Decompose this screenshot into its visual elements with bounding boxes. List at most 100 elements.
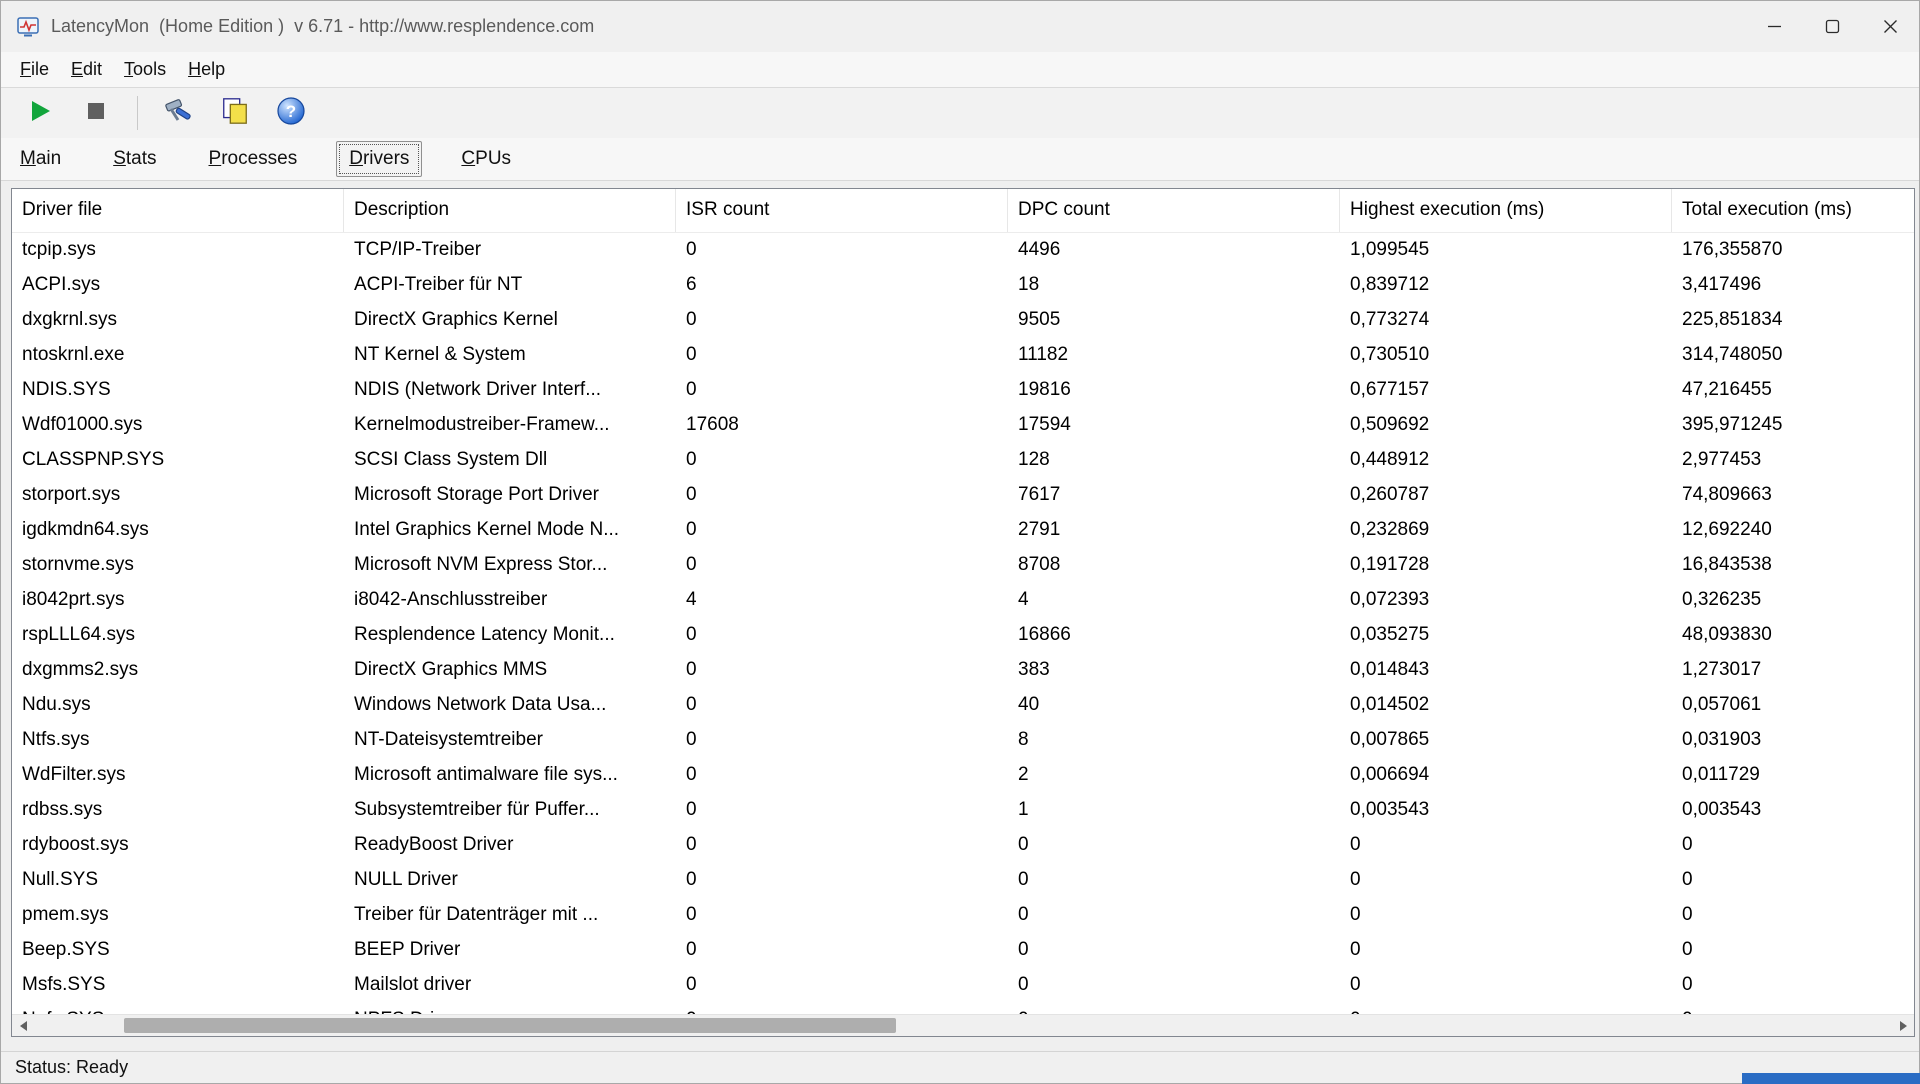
cell-dpc-count: 0 bbox=[1008, 932, 1340, 967]
cell-highest-execution: 0,730510 bbox=[1340, 337, 1672, 372]
cell-dpc-count: 8708 bbox=[1008, 547, 1340, 582]
help-button[interactable]: ? bbox=[270, 92, 312, 134]
titlebar: LatencyMon (Home Edition ) v 6.71 - http… bbox=[1, 1, 1919, 52]
table-row[interactable]: ntoskrnl.exeNT Kernel & System0111820,73… bbox=[12, 337, 1914, 372]
cell-highest-execution: 0,448912 bbox=[1340, 442, 1672, 477]
cell-isr-count: 0 bbox=[676, 722, 1008, 757]
table-row[interactable]: Null.SYSNULL Driver0000 bbox=[12, 862, 1914, 897]
cell-dpc-count: 11182 bbox=[1008, 337, 1340, 372]
table-row[interactable]: CLASSPNP.SYSSCSI Class System Dll01280,4… bbox=[12, 442, 1914, 477]
table-row[interactable]: Ntfs.sysNT-Dateisystemtreiber080,0078650… bbox=[12, 722, 1914, 757]
table-row[interactable]: Msfs.SYSMailslot driver0000 bbox=[12, 967, 1914, 1002]
tab-processes[interactable]: Processes bbox=[196, 141, 311, 177]
column-header-dpc-count[interactable]: DPC count bbox=[1008, 189, 1340, 232]
table-row[interactable]: dxgkrnl.sysDirectX Graphics Kernel095050… bbox=[12, 302, 1914, 337]
cell-highest-execution: 0 bbox=[1340, 1002, 1672, 1014]
cell-highest-execution: 0,232869 bbox=[1340, 512, 1672, 547]
cell-dpc-count: 0 bbox=[1008, 1002, 1340, 1014]
start-monitor-button[interactable] bbox=[19, 92, 61, 134]
table-row[interactable]: pmem.sysTreiber für Datenträger mit ...0… bbox=[12, 897, 1914, 932]
table-row[interactable]: rdyboost.sysReadyBoost Driver0000 bbox=[12, 827, 1914, 862]
help-icon: ? bbox=[275, 95, 307, 132]
table-row[interactable]: NDIS.SYSNDIS (Network Driver Interf...01… bbox=[12, 372, 1914, 407]
column-header-description[interactable]: Description bbox=[344, 189, 676, 232]
table-row[interactable]: rspLLL64.sysResplendence Latency Monit..… bbox=[12, 617, 1914, 652]
scroll-right-arrow[interactable] bbox=[1892, 1015, 1914, 1036]
cell-total-execution: 0 bbox=[1672, 827, 1914, 862]
tab-stats[interactable]: Stats bbox=[100, 141, 169, 177]
report-button[interactable] bbox=[214, 92, 256, 134]
menu-help[interactable]: Help bbox=[177, 55, 236, 84]
cell-isr-count: 0 bbox=[676, 652, 1008, 687]
horizontal-scrollbar[interactable] bbox=[12, 1014, 1914, 1036]
cell-total-execution: 0,031903 bbox=[1672, 722, 1914, 757]
cell-highest-execution: 0 bbox=[1340, 897, 1672, 932]
cell-highest-execution: 0 bbox=[1340, 932, 1672, 967]
column-header-highest-execution-ms[interactable]: Highest execution (ms) bbox=[1340, 189, 1672, 232]
table-row[interactable]: ACPI.sysACPI-Treiber für NT6180,8397123,… bbox=[12, 267, 1914, 302]
cell-description: Kernelmodustreiber-Framew... bbox=[344, 407, 676, 442]
cell-driver-file: igdkmdn64.sys bbox=[12, 512, 344, 547]
close-button[interactable] bbox=[1861, 1, 1919, 52]
cell-highest-execution: 0,509692 bbox=[1340, 407, 1672, 442]
cell-total-execution: 48,093830 bbox=[1672, 617, 1914, 652]
tab-drivers[interactable]: Drivers bbox=[336, 141, 422, 177]
cell-isr-count: 0 bbox=[676, 477, 1008, 512]
cell-highest-execution: 0 bbox=[1340, 827, 1672, 862]
latencymon-window: LatencyMon (Home Edition ) v 6.71 - http… bbox=[0, 0, 1920, 1084]
menu-file[interactable]: File bbox=[9, 55, 60, 84]
cell-highest-execution: 0,006694 bbox=[1340, 757, 1672, 792]
column-header-total-execution-ms[interactable]: Total execution (ms) bbox=[1672, 189, 1915, 232]
table-row[interactable]: Beep.SYSBEEP Driver0000 bbox=[12, 932, 1914, 967]
cell-dpc-count: 19816 bbox=[1008, 372, 1340, 407]
cell-driver-file: ACPI.sys bbox=[12, 267, 344, 302]
copy-pages-icon bbox=[220, 96, 250, 131]
table-row[interactable]: dxgmms2.sysDirectX Graphics MMS03830,014… bbox=[12, 652, 1914, 687]
cell-total-execution: 0,011729 bbox=[1672, 757, 1914, 792]
menu-tools[interactable]: Tools bbox=[113, 55, 177, 84]
cell-highest-execution: 0,007865 bbox=[1340, 722, 1672, 757]
cell-isr-count: 17608 bbox=[676, 407, 1008, 442]
stop-icon bbox=[87, 102, 105, 125]
table-row[interactable]: Ndu.sysWindows Network Data Usa...0400,0… bbox=[12, 687, 1914, 722]
table-row[interactable]: Npfs.SYSNPFS Driver0000 bbox=[12, 1002, 1914, 1014]
minimize-icon bbox=[1767, 19, 1782, 34]
tools-button[interactable] bbox=[158, 92, 200, 134]
cell-dpc-count: 4 bbox=[1008, 582, 1340, 617]
cell-description: Subsystemtreiber für Puffer... bbox=[344, 792, 676, 827]
cell-dpc-count: 2791 bbox=[1008, 512, 1340, 547]
table-row[interactable]: igdkmdn64.sysIntel Graphics Kernel Mode … bbox=[12, 512, 1914, 547]
menu-edit[interactable]: Edit bbox=[60, 55, 113, 84]
cell-dpc-count: 18 bbox=[1008, 267, 1340, 302]
table-row[interactable]: rdbss.sysSubsystemtreiber für Puffer...0… bbox=[12, 792, 1914, 827]
cell-total-execution: 314,748050 bbox=[1672, 337, 1914, 372]
tab-main[interactable]: Main bbox=[7, 141, 74, 177]
stop-monitor-button[interactable] bbox=[75, 92, 117, 134]
table-row[interactable]: Wdf01000.sysKernelmodustreiber-Framew...… bbox=[12, 407, 1914, 442]
caption-buttons bbox=[1745, 1, 1919, 52]
cell-driver-file: i8042prt.sys bbox=[12, 582, 344, 617]
cell-description: Resplendence Latency Monit... bbox=[344, 617, 676, 652]
cell-isr-count: 0 bbox=[676, 862, 1008, 897]
minimize-button[interactable] bbox=[1745, 1, 1803, 52]
table-row[interactable]: tcpip.sysTCP/IP-Treiber044961,099545176,… bbox=[12, 232, 1914, 267]
taskbar-fragment bbox=[1742, 1073, 1920, 1084]
cell-driver-file: Beep.SYS bbox=[12, 932, 344, 967]
table-row[interactable]: storport.sysMicrosoft Storage Port Drive… bbox=[12, 477, 1914, 512]
table-row[interactable]: WdFilter.sysMicrosoft antimalware file s… bbox=[12, 757, 1914, 792]
cell-isr-count: 0 bbox=[676, 337, 1008, 372]
table-row[interactable]: stornvme.sysMicrosoft NVM Express Stor..… bbox=[12, 547, 1914, 582]
table-row[interactable]: i8042prt.sysi8042-Anschlusstreiber440,07… bbox=[12, 582, 1914, 617]
cell-dpc-count: 0 bbox=[1008, 827, 1340, 862]
tab-cpus[interactable]: CPUs bbox=[448, 141, 524, 177]
cell-total-execution: 395,971245 bbox=[1672, 407, 1914, 442]
maximize-button[interactable] bbox=[1803, 1, 1861, 52]
column-header-isr-count[interactable]: ISR count bbox=[676, 189, 1008, 232]
cell-description: DirectX Graphics MMS bbox=[344, 652, 676, 687]
cell-isr-count: 0 bbox=[676, 932, 1008, 967]
cell-highest-execution: 0,035275 bbox=[1340, 617, 1672, 652]
scrollbar-thumb[interactable] bbox=[124, 1018, 896, 1033]
scroll-left-arrow[interactable] bbox=[12, 1015, 34, 1036]
cell-dpc-count: 128 bbox=[1008, 442, 1340, 477]
column-header-driver-file[interactable]: Driver file bbox=[12, 189, 344, 232]
